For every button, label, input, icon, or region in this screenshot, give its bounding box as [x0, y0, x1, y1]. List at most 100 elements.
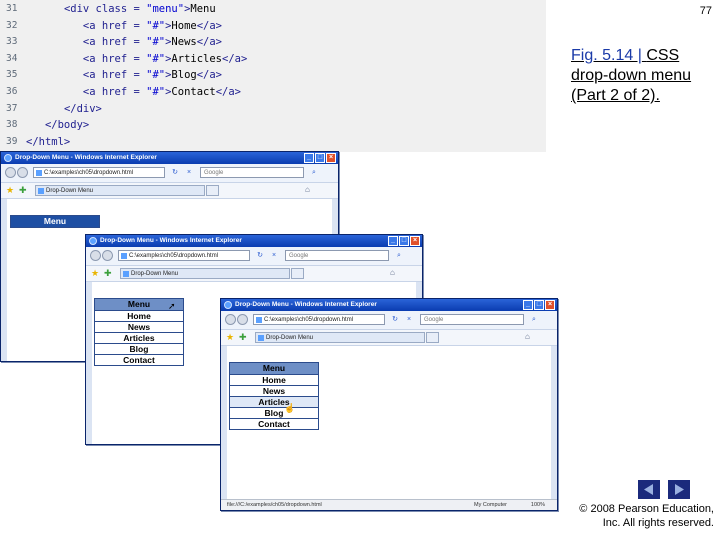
new-tab-button[interactable]: [426, 332, 439, 343]
menu-item-news[interactable]: News: [95, 321, 183, 332]
menu-item-home[interactable]: Home: [230, 374, 318, 385]
code-text: <a href = "#">Home</a>: [82, 19, 223, 32]
address-field[interactable]: C:\examples\ch05\dropdown.html: [33, 167, 165, 178]
favorites-star-icon[interactable]: ★: [91, 268, 99, 278]
menu-header[interactable]: Menu: [230, 363, 318, 374]
menu-item-contact[interactable]: Contact: [95, 354, 183, 365]
browser-window-articles-hover: Drop-Down Menu - Windows Internet Explor…: [220, 298, 558, 511]
menu-header[interactable]: Menu: [11, 216, 99, 227]
line-number: 37: [6, 102, 18, 114]
close-button[interactable]: ×: [545, 300, 555, 310]
close-button[interactable]: ×: [410, 236, 420, 246]
window-titlebar[interactable]: Drop-Down Menu - Windows Internet Explor…: [1, 152, 338, 164]
stop-icon[interactable]: ×: [405, 315, 413, 324]
dropdown-menu[interactable]: Menu Home News Articles Blog Contact: [229, 362, 319, 430]
favorites-star-icon[interactable]: ★: [6, 185, 14, 195]
line-number: 31: [6, 3, 18, 14]
status-path: file:///C:/examples/ch05/dropdown.html: [227, 502, 322, 508]
window-title: Drop-Down Menu - Windows Internet Explor…: [100, 237, 242, 244]
address-toolbar: C:\examples\ch05\dropdown.html ↻ × Googl…: [1, 164, 338, 183]
search-input[interactable]: Google: [285, 250, 389, 261]
code-text: </html>: [26, 135, 71, 148]
line-number: 39: [6, 135, 18, 147]
status-bar: file:///C:/examples/ch05/dropdown.html M…: [221, 499, 557, 510]
address-toolbar: C:\examples\ch05\dropdown.html ↻ × Googl…: [86, 247, 422, 266]
mouse-cursor-icon: ➚: [168, 301, 176, 311]
home-icon[interactable]: ⌂: [525, 332, 530, 342]
refresh-icon[interactable]: ↻: [256, 251, 264, 260]
forward-button[interactable]: [17, 167, 28, 178]
page-icon: [258, 335, 264, 341]
address-field[interactable]: C:\examples\ch05\dropdown.html: [118, 250, 250, 261]
code-text: <a href = "#">Contact</a>: [82, 86, 241, 98]
figure-reference-link[interactable]: Fig. 5.14 |: [571, 47, 642, 64]
favorites-star-icon[interactable]: ★: [226, 332, 234, 342]
browser-tab[interactable]: Drop-Down Menu: [35, 185, 205, 196]
ie-icon: [4, 154, 12, 162]
copyright-line-1: © 2008 Pearson Education,: [579, 503, 714, 515]
ie-icon: [89, 237, 97, 245]
search-input[interactable]: Google: [420, 314, 524, 325]
forward-button[interactable]: [102, 250, 113, 261]
page-icon: [256, 317, 262, 323]
add-favorites-icon[interactable]: ✚: [19, 185, 27, 195]
stop-icon[interactable]: ×: [185, 168, 193, 177]
minimize-button[interactable]: _: [304, 153, 314, 163]
previous-slide-button[interactable]: [638, 480, 660, 499]
next-slide-button[interactable]: [668, 480, 690, 499]
code-listing: 31 <div class = "menu">Menu 32 <a href = …: [0, 0, 546, 152]
close-button[interactable]: ×: [326, 153, 336, 163]
add-favorites-icon[interactable]: ✚: [104, 268, 112, 278]
menu-item-blog[interactable]: Blog: [95, 343, 183, 354]
copyright-notice: © 2008 Pearson Education, Inc. All right…: [524, 502, 714, 530]
menu-item-contact[interactable]: Contact: [230, 418, 318, 429]
refresh-icon[interactable]: ↻: [391, 315, 399, 324]
search-input[interactable]: Google: [200, 167, 304, 178]
back-button[interactable]: [90, 250, 101, 261]
menu-item-blog[interactable]: Blog: [230, 407, 318, 418]
window-title: Drop-Down Menu - Windows Internet Explor…: [235, 301, 377, 308]
page-icon: [121, 253, 127, 259]
menu-item-articles[interactable]: Articles: [95, 332, 183, 343]
minimize-button[interactable]: _: [388, 236, 398, 246]
dropdown-menu[interactable]: Menu: [10, 215, 100, 228]
line-number: 34: [6, 52, 18, 64]
maximize-button[interactable]: □: [399, 236, 409, 246]
back-button[interactable]: [5, 167, 16, 178]
new-tab-button[interactable]: [206, 185, 219, 196]
new-tab-button[interactable]: [291, 268, 304, 279]
line-number: 32: [6, 19, 18, 31]
favorites-toolbar: ★ ✚ Drop-Down Menu ⌂: [221, 330, 557, 346]
address-toolbar: C:\examples\ch05\dropdown.html ↻ × Googl…: [221, 311, 557, 330]
forward-button[interactable]: [237, 314, 248, 325]
home-icon[interactable]: ⌂: [305, 185, 310, 195]
line-number: 36: [6, 86, 18, 97]
menu-item-home[interactable]: Home: [95, 310, 183, 321]
line-number: 38: [6, 119, 18, 131]
code-text: </div>: [63, 102, 102, 115]
window-titlebar[interactable]: Drop-Down Menu - Windows Internet Explor…: [86, 235, 422, 247]
window-titlebar[interactable]: Drop-Down Menu - Windows Internet Explor…: [221, 299, 557, 311]
address-field[interactable]: C:\examples\ch05\dropdown.html: [253, 314, 385, 325]
refresh-icon[interactable]: ↻: [171, 168, 179, 177]
minimize-button[interactable]: _: [523, 300, 533, 310]
search-icon[interactable]: ⌕: [395, 251, 403, 260]
search-icon[interactable]: ⌕: [530, 315, 538, 324]
browser-tab[interactable]: Drop-Down Menu: [120, 268, 290, 279]
code-text: <div class = "menu">Menu: [63, 3, 216, 15]
page-icon: [36, 170, 42, 176]
add-favorites-icon[interactable]: ✚: [239, 332, 247, 342]
home-icon[interactable]: ⌂: [390, 268, 395, 278]
search-icon[interactable]: ⌕: [310, 168, 318, 177]
page-content: Menu Home News Articles Blog Contact ☝: [221, 346, 557, 499]
menu-item-articles[interactable]: Articles: [230, 396, 318, 407]
back-button[interactable]: [225, 314, 236, 325]
security-zone: My Computer: [473, 502, 507, 508]
line-number: 33: [6, 36, 18, 48]
browser-tab[interactable]: Drop-Down Menu: [255, 332, 425, 343]
stop-icon[interactable]: ×: [270, 251, 278, 260]
maximize-button[interactable]: □: [534, 300, 544, 310]
menu-item-news[interactable]: News: [230, 385, 318, 396]
maximize-button[interactable]: □: [315, 153, 325, 163]
ie-icon: [224, 301, 232, 309]
